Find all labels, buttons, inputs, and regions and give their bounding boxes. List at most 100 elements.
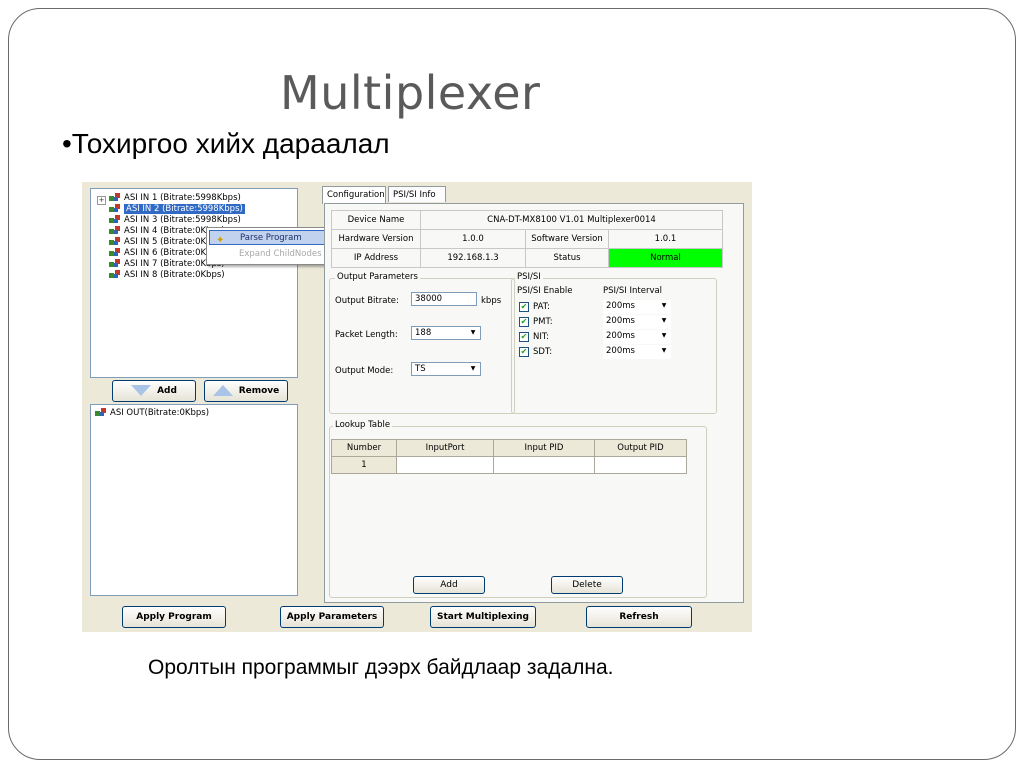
- software-version-value: 1.0.1: [608, 229, 723, 249]
- psisi-interval-select[interactable]: 200ms ▼: [603, 315, 671, 329]
- network-icon: [109, 204, 120, 212]
- device-name-label: Device Name: [331, 210, 421, 230]
- col-input-pid[interactable]: Input PID: [493, 439, 595, 457]
- tab-configuration[interactable]: Configuration: [322, 186, 386, 204]
- lookup-table: Number InputPort Input PID Output PID 1: [331, 439, 687, 474]
- network-icon: [109, 215, 120, 223]
- psisi-checkbox[interactable]: ✔: [519, 302, 529, 312]
- apply-parameters-button[interactable]: Apply Parameters: [280, 606, 384, 628]
- table-cell[interactable]: [396, 456, 494, 474]
- output-mode-select[interactable]: TS ▼: [411, 362, 481, 376]
- network-icon: [109, 248, 120, 256]
- apply-program-button[interactable]: Apply Program: [122, 606, 226, 628]
- chevron-down-icon: ▼: [661, 332, 667, 339]
- chevron-down-icon: ▼: [661, 347, 667, 354]
- col-input-port[interactable]: InputPort: [396, 439, 494, 457]
- psisi-interval-value: 200ms: [606, 301, 635, 311]
- start-multiplexing-button[interactable]: Start Multiplexing: [430, 606, 536, 628]
- table-cell[interactable]: [594, 456, 687, 474]
- input-tree-label: ASI IN 1 (Bitrate:5998Kbps): [124, 193, 241, 203]
- table-row[interactable]: 1: [331, 456, 687, 474]
- table-cell: 1: [331, 456, 397, 474]
- output-bitrate-unit: kbps: [481, 296, 502, 306]
- input-tree-label: ASI IN 3 (Bitrate:5998Kbps): [124, 215, 241, 225]
- output-parameters-title: Output Parameters: [335, 272, 420, 282]
- lookup-delete-button[interactable]: Delete: [551, 576, 623, 594]
- hardware-version-value: 1.0.0: [420, 229, 526, 249]
- add-input-label: Add: [157, 386, 177, 396]
- col-number[interactable]: Number: [331, 439, 397, 457]
- col-output-pid[interactable]: Output PID: [594, 439, 687, 457]
- device-info-table: Device Name CNA-DT-MX8100 V1.01 Multiple…: [331, 210, 723, 268]
- output-tree-item[interactable]: ASI OUT(Bitrate:0Kbps): [95, 408, 209, 419]
- psisi-interval-header: PSI/SI Interval: [603, 286, 663, 296]
- network-icon: [109, 226, 120, 234]
- ip-address-value: 192.168.1.3: [420, 248, 526, 268]
- psisi-interval-select[interactable]: 200ms ▼: [603, 300, 671, 314]
- chevron-down-icon: ▼: [661, 317, 667, 324]
- refresh-button[interactable]: Refresh: [586, 606, 692, 628]
- network-icon: [109, 270, 120, 278]
- psisi-enable-header: PSI/SI Enable: [517, 286, 573, 296]
- chevron-down-icon: ▼: [470, 365, 476, 372]
- output-tree-label: ASI OUT(Bitrate:0Kbps): [110, 408, 210, 418]
- expand-childnodes-label: Expand ChildNodes: [239, 249, 322, 259]
- input-tree-label: ASI IN 8 (Bitrate:0Kbps): [124, 270, 225, 280]
- slide-title: Multiplexer: [280, 66, 541, 120]
- input-tree-item[interactable]: ASI IN 1 (Bitrate:5998Kbps): [109, 193, 241, 204]
- device-name-value: CNA-DT-MX8100 V1.01 Multiplexer0014: [420, 210, 723, 230]
- input-tree-item[interactable]: ASI IN 8 (Bitrate:0Kbps): [109, 270, 225, 281]
- network-icon: [109, 237, 120, 245]
- slide-bullet: •Тохиргоо хийх дараалал: [62, 128, 390, 159]
- packet-length-select[interactable]: 188 ▼: [411, 326, 481, 340]
- parse-icon: ✦: [216, 235, 225, 246]
- network-icon: [95, 408, 106, 416]
- psisi-checkbox[interactable]: ✔: [519, 347, 529, 357]
- chevron-down-icon: ▼: [470, 329, 476, 336]
- psisi-row-label: SDT:: [533, 347, 553, 357]
- parse-program-label: Parse Program: [240, 233, 302, 243]
- psisi-interval-select[interactable]: 200ms ▼: [603, 330, 671, 344]
- remove-input-label: Remove: [238, 386, 280, 396]
- configuration-tab-page: Device Name CNA-DT-MX8100 V1.01 Multiple…: [324, 203, 744, 603]
- psisi-row-label: NIT:: [533, 332, 549, 342]
- multiplexer-app-window: + ASI IN 1 (Bitrate:5998Kbps) ASI IN 2 (B…: [82, 182, 752, 632]
- arrow-up-icon: [212, 385, 233, 396]
- software-version-label: Software Version: [525, 229, 609, 249]
- tab-psisi-info[interactable]: PSI/SI Info: [388, 186, 446, 202]
- psisi-interval-value: 200ms: [606, 316, 635, 326]
- arrow-down-icon: [131, 385, 152, 396]
- output-tree-panel: ASI OUT(Bitrate:0Kbps): [90, 404, 298, 596]
- status-badge: Normal: [608, 248, 723, 268]
- slide-caption: Оролтын программыг дээрх байдлаар задалн…: [148, 656, 614, 679]
- psisi-interval-select[interactable]: 200ms ▼: [603, 345, 671, 359]
- packet-length-value: 188: [415, 328, 432, 338]
- input-tree-item[interactable]: ASI IN 3 (Bitrate:5998Kbps): [109, 215, 241, 226]
- lookup-add-button[interactable]: Add: [413, 576, 485, 594]
- ip-address-label: IP Address: [331, 248, 421, 268]
- remove-input-button[interactable]: Remove: [204, 380, 288, 402]
- output-bitrate-input[interactable]: 38000: [411, 292, 477, 306]
- psisi-interval-value: 200ms: [606, 346, 635, 356]
- network-icon: [109, 193, 120, 201]
- psisi-title: PSI/SI: [515, 272, 543, 282]
- output-bitrate-label: Output Bitrate:: [335, 296, 399, 306]
- output-mode-label: Output Mode:: [335, 366, 394, 376]
- hardware-version-label: Hardware Version: [331, 229, 421, 249]
- psisi-checkbox[interactable]: ✔: [519, 332, 529, 342]
- psisi-checkbox[interactable]: ✔: [519, 317, 529, 327]
- status-label: Status: [525, 248, 609, 268]
- network-icon: [109, 259, 120, 267]
- packet-length-label: Packet Length:: [335, 330, 398, 340]
- input-tree-panel: + ASI IN 1 (Bitrate:5998Kbps) ASI IN 2 (B…: [90, 188, 360, 378]
- psisi-row-label: PAT:: [533, 302, 550, 312]
- table-cell[interactable]: [493, 456, 595, 474]
- psisi-row-label: PMT:: [533, 317, 553, 327]
- add-input-button[interactable]: Add: [112, 380, 196, 402]
- psisi-interval-value: 200ms: [606, 331, 635, 341]
- input-tree-item[interactable]: ASI IN 2 (Bitrate:5998Kbps): [109, 204, 245, 215]
- tree-expand-icon[interactable]: +: [97, 196, 106, 205]
- output-mode-value: TS: [415, 364, 426, 374]
- chevron-down-icon: ▼: [661, 302, 667, 309]
- lookup-table-title: Lookup Table: [333, 420, 393, 430]
